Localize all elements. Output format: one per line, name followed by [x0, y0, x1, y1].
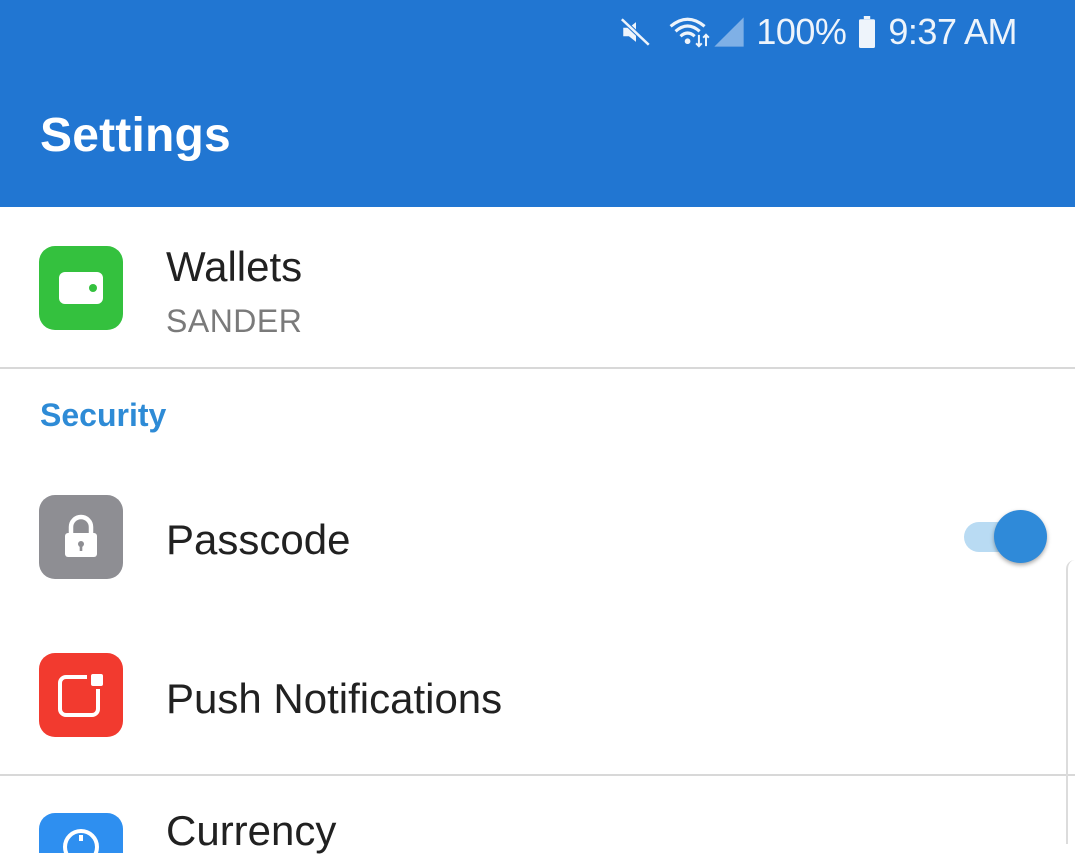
push-notifications-label: Push Notifications [166, 675, 503, 722]
passcode-row[interactable]: Passcode [0, 457, 1075, 617]
passcode-label: Passcode [166, 516, 351, 563]
clock: 9:37 AM [888, 11, 1017, 52]
wallet-name: SANDER [166, 303, 303, 339]
wallet-icon [39, 246, 123, 330]
wallets-label: Wallets [166, 243, 303, 290]
lock-icon [39, 495, 123, 579]
status-bar: 100% 9:37 AM [616, 0, 1075, 64]
battery-icon [856, 14, 878, 50]
signal-icon [712, 15, 746, 49]
currency-label: Currency [166, 807, 337, 854]
settings-list: Wallets SANDER Security Passcode Push No… [0, 207, 1075, 854]
app-bar: 100% 9:37 AM Settings [0, 0, 1075, 207]
section-header-security: Security [40, 397, 167, 433]
push-notifications-row[interactable]: Push Notifications [0, 617, 1075, 775]
currency-row[interactable]: Currency [0, 775, 1075, 854]
battery-percent: 100% [756, 11, 847, 52]
scroll-edge [1066, 560, 1075, 844]
toggle-thumb [994, 510, 1047, 563]
divider [0, 367, 1075, 369]
passcode-toggle[interactable] [964, 507, 1048, 567]
notification-icon [39, 653, 123, 737]
page-title: Settings [40, 109, 231, 162]
mute-icon [616, 12, 656, 52]
currency-icon [39, 813, 123, 853]
wifi-icon [666, 12, 712, 52]
wallets-row[interactable]: Wallets SANDER [0, 207, 1075, 367]
